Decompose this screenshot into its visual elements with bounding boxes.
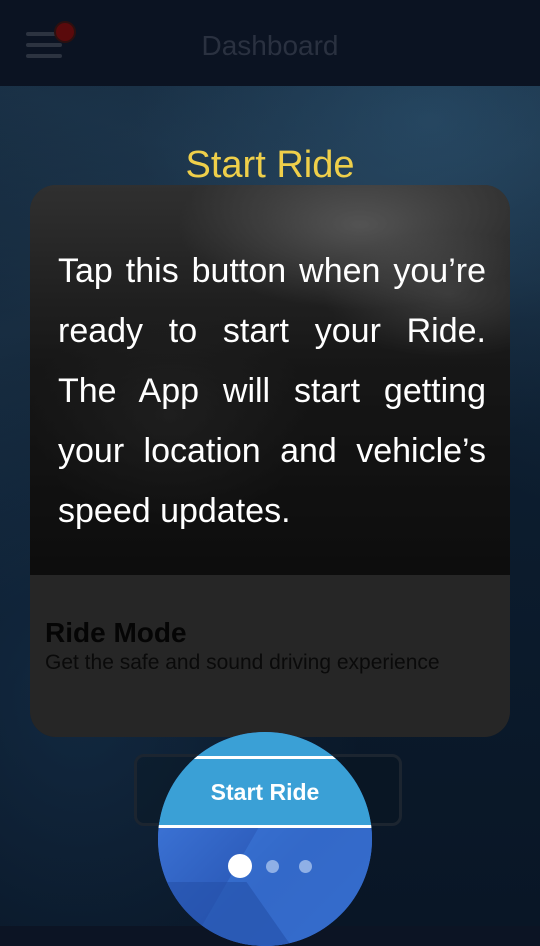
page-dot-3[interactable]: [299, 860, 312, 873]
top-app-bar: Dashboard: [0, 0, 540, 86]
ride-mode-info: Ride Mode Get the safe and sound driving…: [30, 575, 510, 737]
ride-mode-card[interactable]: Tap this button when you’re ready to sta…: [30, 185, 510, 737]
page-dot-2[interactable]: [266, 860, 279, 873]
tutorial-title: Start Ride: [185, 144, 355, 186]
tutorial-spotlight: Start Ride: [158, 732, 372, 946]
start-ride-button[interactable]: Start Ride: [158, 756, 372, 828]
page-dot-1[interactable]: [228, 854, 252, 878]
ride-mode-subtitle: Get the safe and sound driving experienc…: [45, 651, 440, 674]
page-title: Dashboard: [201, 30, 339, 61]
tutorial-description: Tap this button when you’re ready to sta…: [58, 252, 486, 530]
page-indicator: [158, 854, 372, 878]
ride-mode-title: Ride Mode: [45, 617, 187, 648]
